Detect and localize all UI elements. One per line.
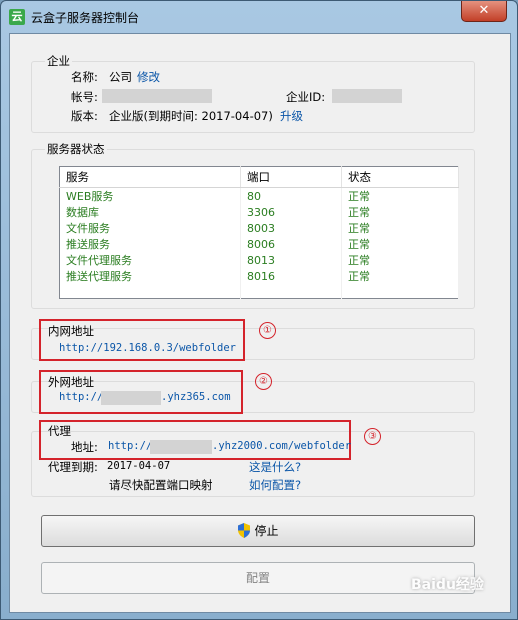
stop-button[interactable]: 停止 [41,515,475,547]
uac-shield-icon [238,523,251,538]
service-name: 数据库 [59,204,241,220]
account-label: 帐号: [71,90,98,104]
internet-url-suffix[interactable]: .yhz365.com [161,391,231,403]
table-row[interactable]: WEB服务 80 正常 [59,187,459,204]
service-status: 正常 [341,268,459,284]
upgrade-link[interactable]: 升级 [280,108,303,124]
app-logo-icon: 云 [9,9,25,25]
configure-button-label: 配置 [245,571,270,585]
proxy-host-redacted [150,440,212,454]
internet-label: 外网地址 [48,375,94,389]
company-id-redacted [332,89,402,103]
service-port: 8013 [240,252,342,268]
intranet-url-link[interactable]: http://192.168.0.3/webfolder [59,342,236,354]
service-name: 文件服务 [59,220,241,236]
table-row[interactable]: 推送代理服务 8016 正常 [59,268,459,284]
service-name: 推送代理服务 [59,268,241,284]
account-redacted [102,89,212,103]
proxy-expiry-value: 2017-04-07 [107,460,171,472]
service-name: 文件代理服务 [59,252,241,268]
proxy-url-suffix[interactable]: .yhz2000.com/webfolder [212,440,351,452]
annotation-marker-2: ② [255,373,272,390]
intranet-label: 内网地址 [48,324,94,338]
version-value: 企业版(到期时间: 2017-04-07) [109,109,273,123]
proxy-expiry-label: 代理到期: [48,460,98,474]
port-mapping-notice: 请尽快配置端口映射 [109,478,213,492]
edit-name-link[interactable]: 修改 [137,69,160,85]
annotation-marker-3: ③ [364,428,381,445]
table-row[interactable]: 文件代理服务 8013 正常 [59,252,459,268]
what-is-this-link[interactable]: 这是什么? [249,459,301,475]
service-status: 正常 [341,252,459,268]
window-title: 云盒子服务器控制台 [31,11,140,25]
title-bar[interactable]: 云 云盒子服务器控制台 ✕ [1,1,517,33]
how-to-configure-link[interactable]: 如何配置? [249,477,301,493]
internet-url-prefix[interactable]: http:// [59,391,103,403]
table-row[interactable]: 文件服务 8003 正常 [59,220,459,236]
column-service[interactable]: 服务 [59,166,241,188]
service-status: 正常 [341,187,459,204]
service-port: 8016 [240,268,342,284]
service-status: 正常 [341,204,459,220]
company-group-label: 企业 [45,53,72,69]
proxy-label: 代理 [48,424,71,438]
app-window: 云 云盒子服务器控制台 ✕ 企业 名称: 公司 修改 帐号: 企业ID: 版本:… [0,0,518,620]
service-port: 3306 [240,204,342,220]
name-label: 名称: [71,70,98,84]
stop-button-label: 停止 [254,524,279,538]
service-port: 8006 [240,236,342,252]
service-port: 80 [240,187,342,204]
company-name-value: 公司 [109,70,132,84]
column-status[interactable]: 状态 [341,166,459,188]
proxy-url-prefix[interactable]: http:// [108,440,152,452]
version-label: 版本: [71,109,98,123]
services-table: 服务 端口 状态 WEB服务 80 正常 数据库 3306 正常 文件服务 8003 正常 … [59,166,459,299]
annotation-marker-1: ① [259,322,276,339]
internet-host-redacted [101,391,161,405]
server-status-label: 服务器状态 [45,141,107,157]
service-port: 8003 [240,220,342,236]
column-port[interactable]: 端口 [240,166,342,188]
empty-row [59,284,459,299]
proxy-address-label: 地址: [71,440,98,454]
table-row[interactable]: 数据库 3306 正常 [59,204,459,220]
configure-button[interactable]: 配置 [41,562,475,594]
company-id-label: 企业ID: [286,90,326,104]
service-name: WEB服务 [59,187,241,204]
service-status: 正常 [341,236,459,252]
service-status: 正常 [341,220,459,236]
table-row[interactable]: 推送服务 8006 正常 [59,236,459,252]
watermark-text: Baidu经验 [411,577,484,593]
service-name: 推送服务 [59,236,241,252]
close-button[interactable]: ✕ [461,1,507,22]
